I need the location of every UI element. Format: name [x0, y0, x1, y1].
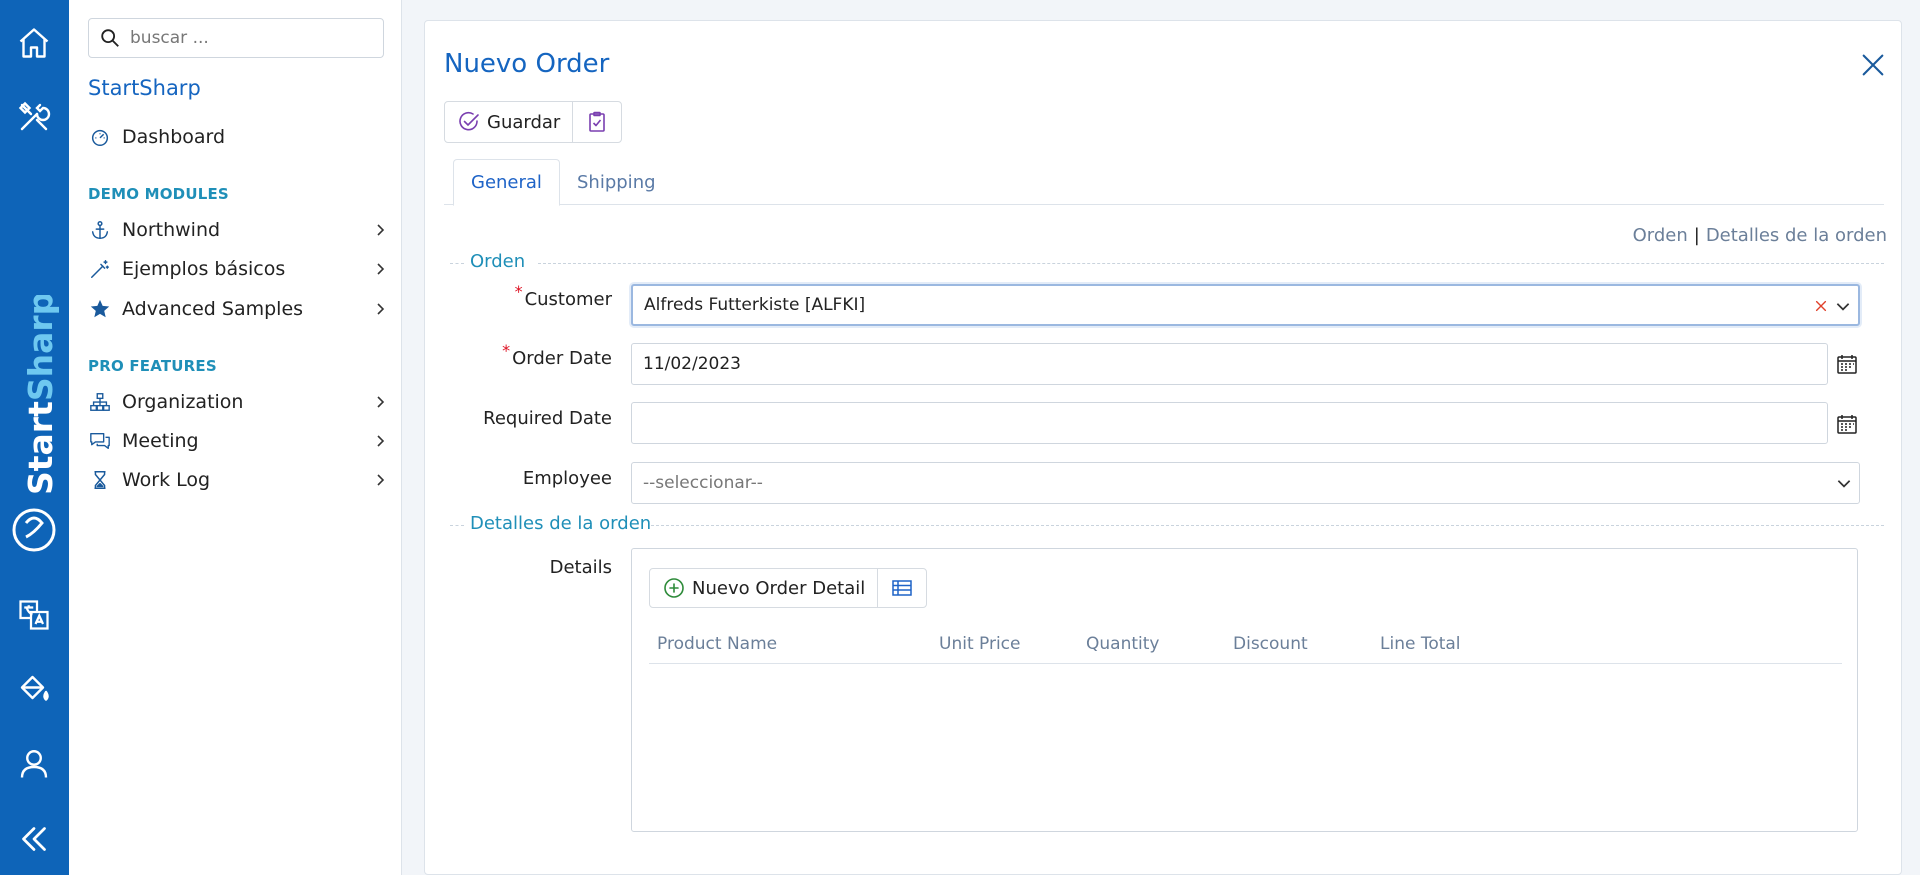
chevron-right-icon — [377, 263, 385, 275]
fieldset-detalles: Detalles de la orden — [444, 513, 1884, 537]
sidebar-item-label: Advanced Samples — [122, 298, 304, 320]
order-dialog: Nuevo Order Guardar General Shipping Ord… — [424, 20, 1902, 875]
column-header-discount[interactable]: Discount — [1233, 634, 1308, 654]
brand-title[interactable]: StartSharp — [88, 76, 201, 100]
close-icon[interactable] — [1859, 51, 1887, 79]
dialog-title: Nuevo Order — [444, 49, 610, 79]
order-date-value: 11/02/2023 — [643, 354, 741, 374]
save-button[interactable]: Guardar — [445, 102, 572, 142]
svg-text:StartSharp: StartSharp — [21, 295, 60, 495]
home-icon[interactable] — [15, 24, 53, 62]
org-chart-icon — [88, 390, 112, 414]
sidebar-item-organization[interactable]: Organization — [88, 386, 388, 418]
sidebar: StartSharp Dashboard DEMO MODULES Northw… — [69, 0, 402, 875]
sidebar-item-label: Dashboard — [122, 126, 226, 148]
fieldset-orden: Orden — [444, 251, 1884, 275]
clipboard-check-icon — [589, 111, 606, 132]
new-order-detail-label: Nuevo Order Detail — [692, 577, 866, 599]
app-rail: StartSharp — [0, 0, 69, 875]
translate-icon[interactable] — [15, 596, 53, 634]
required-date-label: Required Date — [483, 408, 612, 429]
customer-select[interactable]: Alfreds Futterkiste [ALFKI] — [631, 284, 1860, 326]
chevron-right-icon — [377, 303, 385, 315]
order-details-grid: Nuevo Order Detail Product Name Unit Pri… — [631, 548, 1858, 832]
search-icon — [101, 29, 119, 47]
speedometer-icon — [88, 125, 112, 149]
section-link-separator: | — [1693, 225, 1700, 246]
collapse-icon[interactable] — [15, 820, 53, 858]
column-header-unit-price[interactable]: Unit Price — [939, 634, 1020, 654]
calendar-icon[interactable] — [1835, 412, 1859, 436]
tools-icon[interactable] — [15, 98, 53, 136]
employee-value: --seleccionar-- — [643, 473, 763, 493]
sidebar-item-label: Meeting — [122, 430, 199, 452]
column-header-line-total[interactable]: Line Total — [1380, 634, 1461, 654]
section-header-pro: PRO FEATURES — [88, 357, 217, 375]
check-circle-icon — [459, 111, 479, 131]
section-link-detalles[interactable]: Detalles de la orden — [1706, 225, 1887, 246]
sidebar-item-ejemplos[interactable]: Ejemplos básicos — [88, 253, 388, 285]
customer-value: Alfreds Futterkiste [ALFKI] — [644, 295, 866, 315]
chevron-right-icon — [377, 435, 385, 447]
magic-wand-icon — [88, 257, 112, 281]
tab-bar: General Shipping — [444, 159, 1884, 206]
clear-icon[interactable] — [1814, 299, 1828, 313]
table-icon — [892, 580, 912, 596]
tab-general[interactable]: General — [453, 159, 560, 206]
sidebar-item-label: Ejemplos básicos — [122, 258, 286, 280]
startsharp-logo: StartSharp — [12, 295, 60, 552]
dialog-toolbar: Guardar — [444, 101, 623, 143]
required-marker: * — [502, 341, 511, 360]
search-box[interactable] — [88, 18, 384, 58]
chat-icon — [88, 429, 112, 453]
sidebar-item-label: Northwind — [122, 219, 221, 241]
sidebar-item-work-log[interactable]: Work Log — [88, 464, 388, 496]
details-label: Details — [549, 557, 612, 578]
sidebar-item-meeting[interactable]: Meeting — [88, 425, 388, 457]
order-date-input[interactable]: 11/02/2023 — [631, 343, 1828, 385]
fieldset-legend: Detalles de la orden — [470, 513, 652, 534]
required-marker: * — [514, 282, 523, 301]
column-header-quantity[interactable]: Quantity — [1086, 634, 1159, 654]
chevron-down-icon[interactable] — [1835, 474, 1853, 492]
customer-label: * Customer — [514, 282, 612, 310]
employee-label: Employee — [522, 468, 612, 489]
apply-changes-button[interactable] — [572, 102, 621, 142]
sidebar-item-advanced-samples[interactable]: Advanced Samples — [88, 293, 388, 325]
section-header-demo: DEMO MODULES — [88, 185, 229, 203]
order-date-label: * Order Date — [502, 341, 612, 369]
tab-shipping[interactable]: Shipping — [560, 159, 673, 205]
paint-bucket-icon[interactable] — [15, 670, 53, 708]
chevron-right-icon — [377, 224, 385, 236]
section-link-orden[interactable]: Orden — [1633, 225, 1688, 246]
chevron-right-icon — [377, 474, 385, 486]
anchor-icon — [88, 218, 112, 242]
employee-select[interactable]: --seleccionar-- — [631, 462, 1860, 504]
fieldset-legend: Orden — [470, 251, 526, 272]
star-icon — [88, 297, 112, 321]
column-picker-button[interactable] — [877, 569, 926, 607]
sidebar-item-dashboard[interactable]: Dashboard — [88, 121, 388, 153]
column-header-product-name[interactable]: Product Name — [657, 634, 777, 654]
sidebar-item-northwind[interactable]: Northwind — [88, 214, 388, 246]
new-order-detail-button[interactable]: Nuevo Order Detail — [650, 569, 877, 607]
add-circle-icon — [664, 578, 684, 598]
hourglass-icon — [88, 468, 112, 492]
save-label: Guardar — [487, 111, 561, 133]
user-icon[interactable] — [15, 745, 53, 783]
calendar-icon[interactable] — [1835, 352, 1859, 376]
section-links: Orden | Detalles de la orden — [1633, 225, 1887, 246]
grid-header: Product Name Unit Price Quantity Discoun… — [649, 624, 1842, 664]
grid-toolbar: Nuevo Order Detail — [649, 568, 928, 608]
search-input[interactable] — [130, 28, 370, 48]
sidebar-item-label: Organization — [122, 391, 244, 413]
sidebar-item-label: Work Log — [122, 469, 211, 491]
chevron-down-icon[interactable] — [1834, 297, 1852, 315]
chevron-right-icon — [377, 396, 385, 408]
required-date-input[interactable] — [631, 402, 1828, 444]
